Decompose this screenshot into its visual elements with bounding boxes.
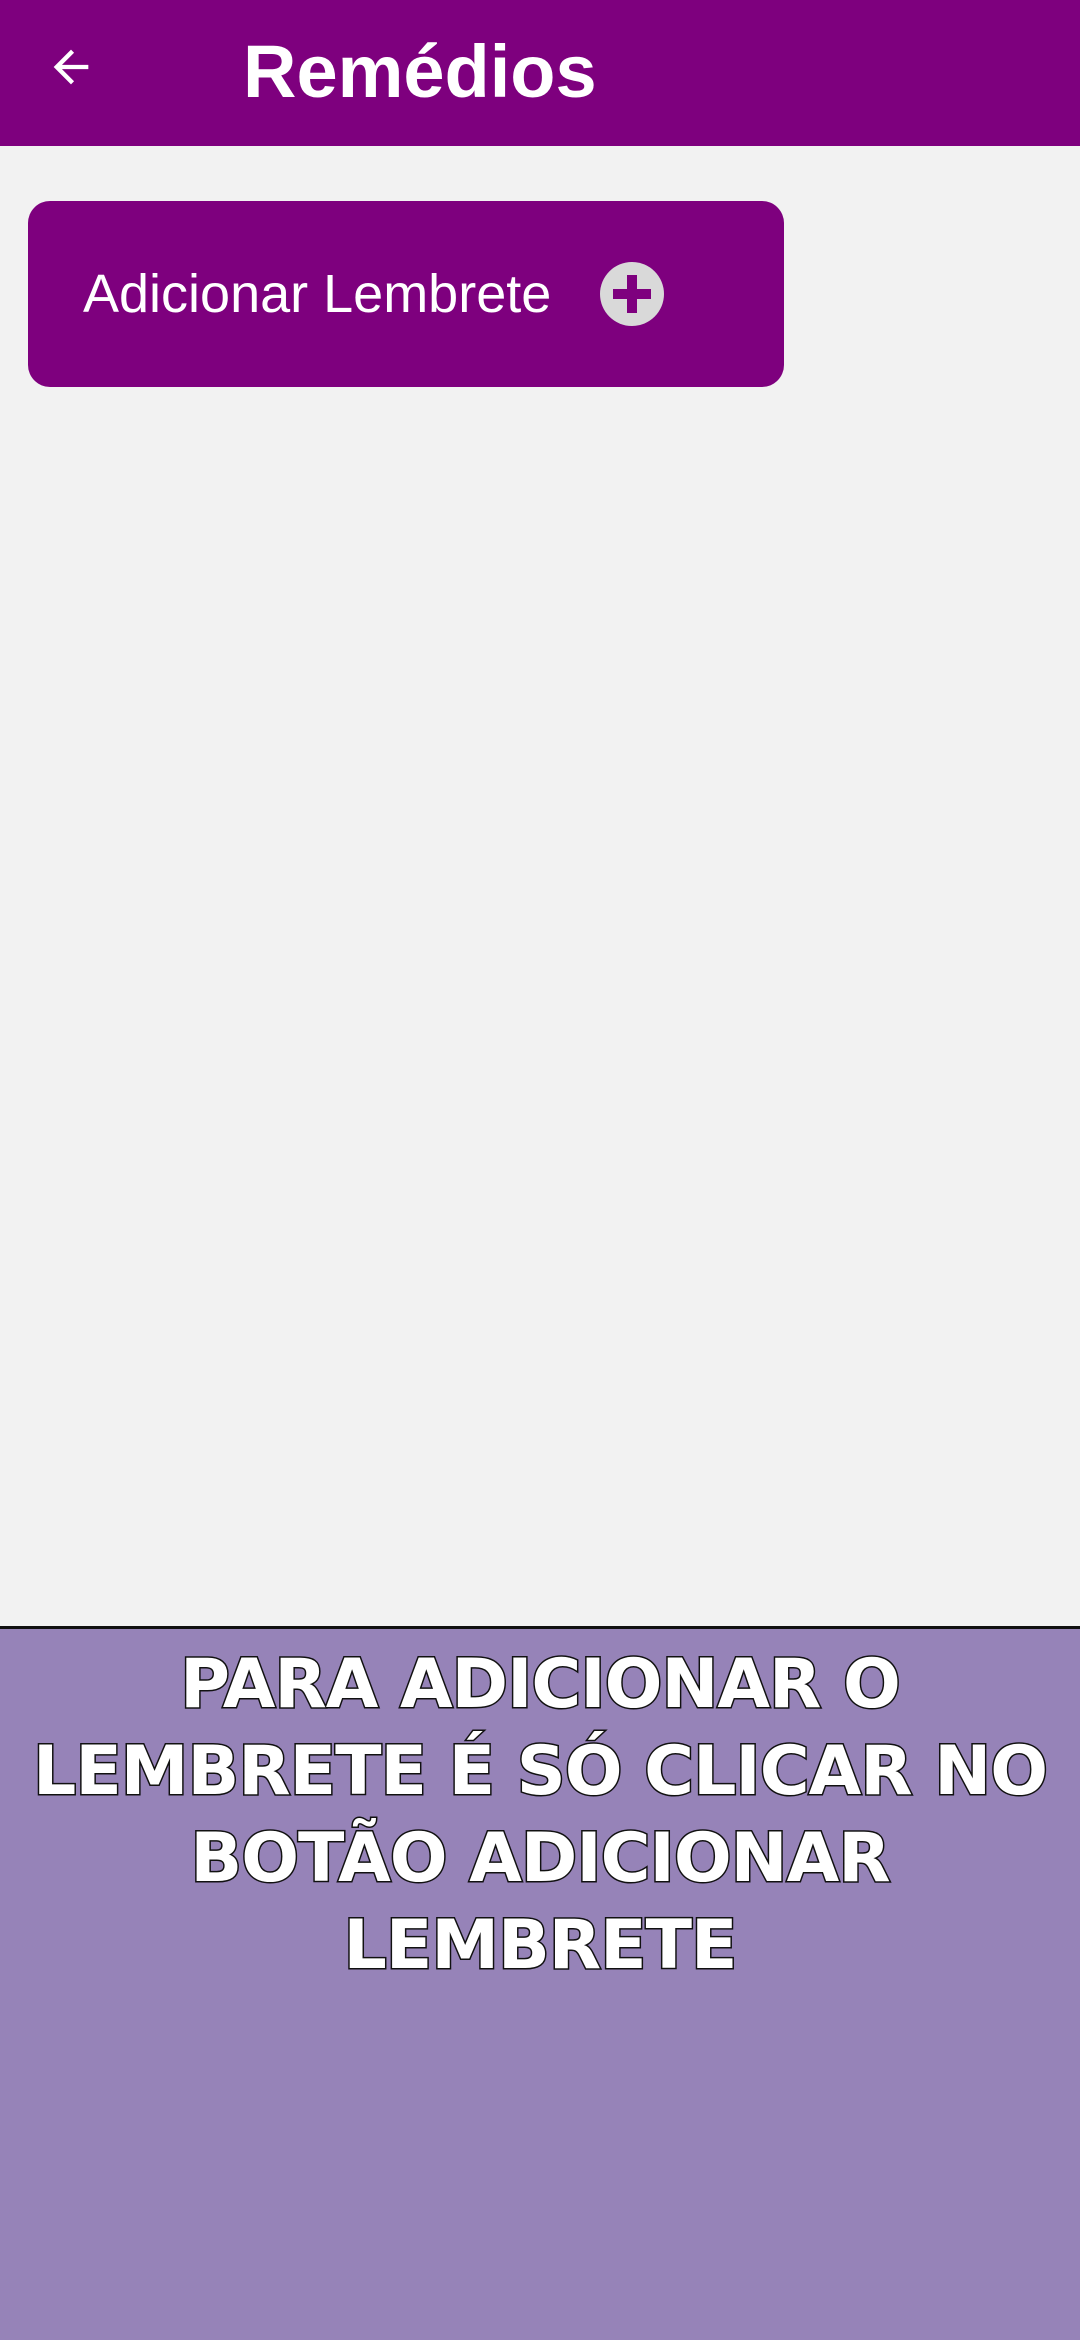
helper-banner: PARA ADICIONAR O LEMBRETE É SÓ CLICAR NO… [0,1626,1080,2340]
top-app-bar: Remédios [0,0,1080,146]
add-reminder-button[interactable]: Adicionar Lembrete [28,201,784,387]
helper-message: PARA ADICIONAR O LEMBRETE É SÓ CLICAR NO… [32,1644,1050,1987]
page-title: Remédios [243,30,597,113]
app-screen: Remédios Adicionar Lembrete PARA ADICION… [0,0,1080,2340]
add-reminder-label: Adicionar Lembrete [83,264,552,324]
back-button[interactable] [36,34,106,104]
arrow-left-icon [45,41,97,98]
main-content: Adicionar Lembrete [0,146,1080,1626]
plus-circle-icon [599,261,665,327]
